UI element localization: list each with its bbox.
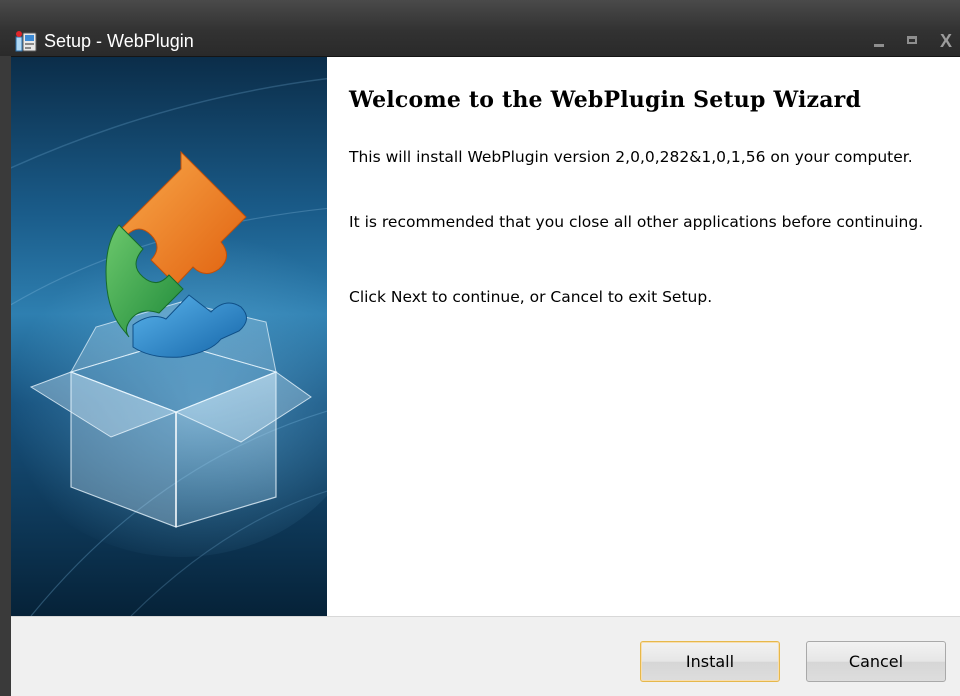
window-frame-edge (0, 56, 11, 696)
welcome-heading: Welcome to the WebPlugin Setup Wizard (349, 87, 862, 113)
close-icon: X (939, 31, 952, 51)
maximize-button[interactable] (900, 30, 926, 52)
welcome-panel: Welcome to the WebPlugin Setup Wizard Th… (327, 57, 960, 616)
install-version-text: This will install WebPlugin version 2,0,… (349, 148, 913, 166)
puzzle-box-illustration (11, 57, 327, 616)
close-apps-recommendation-text: It is recommended that you close all oth… (349, 213, 924, 231)
install-button[interactable]: Install (640, 641, 780, 682)
setup-installer-icon (15, 31, 37, 52)
window-title: Setup - WebPlugin (44, 31, 194, 51)
close-button[interactable]: X (932, 30, 960, 52)
wizard-banner (11, 57, 327, 616)
setup-window: Setup - WebPlugin X Welcome to the WebPl… (0, 0, 960, 696)
continue-instruction-text: Click Next to continue, or Cancel to exi… (349, 288, 713, 306)
wizard-button-bar: Install Cancel (11, 616, 960, 696)
minimize-icon (874, 44, 884, 47)
title-bar[interactable]: Setup - WebPlugin X (0, 0, 960, 57)
cancel-button[interactable]: Cancel (806, 641, 946, 682)
minimize-button[interactable] (866, 30, 892, 52)
maximize-icon (907, 36, 917, 44)
